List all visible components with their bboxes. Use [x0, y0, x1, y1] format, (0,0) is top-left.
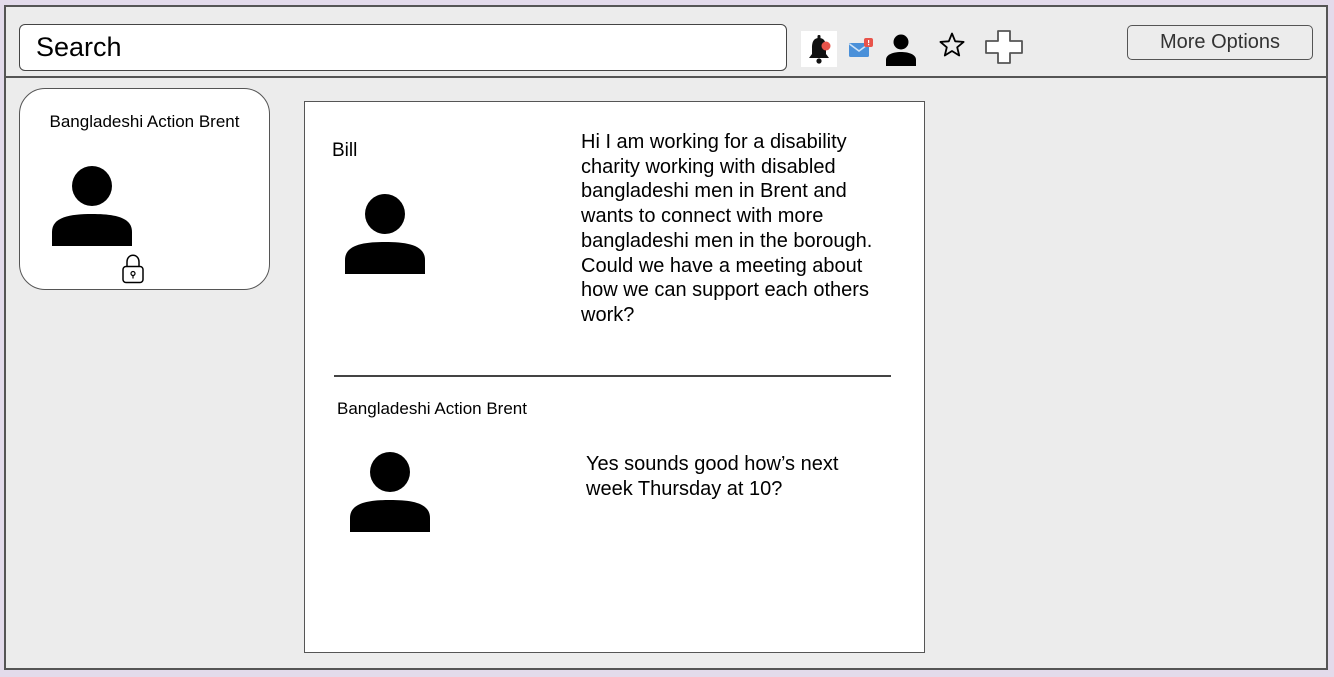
message-text: Hi I am working for a disability charity…	[581, 131, 873, 326]
message-thread: Bill Hi I am working for a disability ch…	[304, 101, 925, 653]
lock-icon	[122, 254, 144, 284]
user-icon[interactable]	[884, 32, 918, 66]
group-card[interactable]: Bangladeshi Action Brent	[19, 88, 270, 290]
more-options-button[interactable]: More Options	[1127, 25, 1313, 60]
group-name: Bangladeshi Action Brent	[49, 112, 240, 131]
app-window: More Options Bangladeshi Action Brent Bi…	[4, 5, 1328, 670]
user-icon	[350, 452, 430, 532]
star-icon[interactable]	[938, 31, 966, 59]
user-icon	[52, 166, 132, 246]
plus-icon[interactable]	[984, 29, 1024, 65]
bell-icon[interactable]	[801, 31, 837, 67]
user-icon	[345, 194, 425, 274]
message-divider	[334, 375, 891, 377]
mail-icon[interactable]	[848, 37, 874, 61]
message-sender: Bangladeshi Action Brent	[337, 399, 527, 418]
message-text: Yes sounds good how’s next week Thursday…	[586, 453, 839, 500]
top-bar: More Options	[6, 7, 1326, 78]
search-input[interactable]	[19, 24, 787, 71]
message-sender: Bill	[332, 140, 358, 161]
